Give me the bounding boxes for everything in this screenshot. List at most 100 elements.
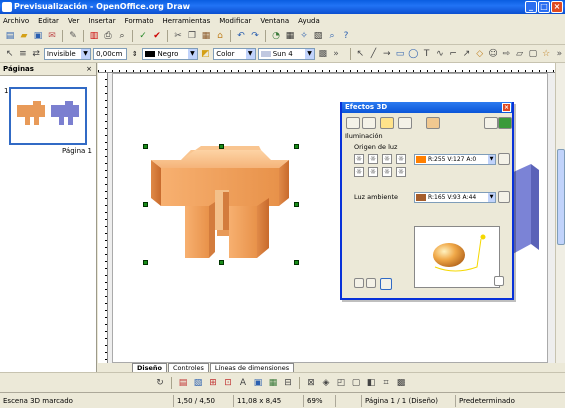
text-tool-icon[interactable]: T [421,48,432,60]
zoom-icon[interactable]: ⌕ [326,30,338,42]
shading-button[interactable] [362,117,376,129]
crop-icon[interactable]: ⌗ [380,377,392,389]
status-zoom[interactable]: 69% [304,394,336,407]
email-icon[interactable]: ✉ [46,30,58,42]
page-thumbnail[interactable] [9,87,87,145]
points-icon[interactable]: ⊞ [207,377,219,389]
toolbar-options-icon[interactable]: » [330,48,341,60]
menu-editar[interactable]: Editar [38,17,59,25]
basic-shapes-icon[interactable]: ◇ [474,48,485,60]
3d-scene-object[interactable] [141,140,301,270]
light-bulb-7-icon[interactable]: ☼ [382,167,392,177]
cut-icon[interactable]: ✂ [172,30,184,42]
spin-icon[interactable]: ⇕ [129,48,140,60]
light-bulb-2-icon[interactable]: ☼ [368,154,378,164]
menu-archivo[interactable]: Archivo [3,17,29,25]
scrollbar-thumb[interactable] [557,149,565,245]
flowchart-icon[interactable]: ▱ [514,48,525,60]
lines-arrows-icon[interactable]: ↗ [461,48,472,60]
tab-lineas-dimensiones[interactable]: Líneas de dimensiones [209,363,295,372]
line-tool-icon[interactable]: ╱ [368,48,379,60]
close-button[interactable]: × [551,1,563,13]
close-icon[interactable]: × [502,103,511,112]
ellipse-tool-icon[interactable]: ◯ [408,48,419,60]
menu-insertar[interactable]: Insertar [88,17,115,25]
convert-3d-button[interactable] [354,278,364,288]
ambient-color-select[interactable]: R:165 V:93 A:44 ▼ [414,192,496,203]
light-bulb-8-icon[interactable]: ☼ [396,167,406,177]
autospell-icon[interactable]: ✔ [151,30,163,42]
select-arrow-icon[interactable]: ↖ [4,48,15,60]
arrange-icon[interactable]: ▧ [192,377,204,389]
close-icon[interactable]: × [86,63,92,76]
selection-handle[interactable] [143,202,148,207]
gallery-icon[interactable]: ▦ [267,377,279,389]
illumination-button[interactable] [380,117,394,129]
print-icon[interactable]: ⎙ [102,30,114,42]
stars-icon[interactable]: ☆ [541,48,552,60]
maximize-button[interactable]: □ [538,1,550,13]
light-bulb-3-icon[interactable]: ☼ [382,154,392,164]
arrow-line-tool-icon[interactable]: → [381,48,392,60]
menu-ventana[interactable]: Ventana [260,17,289,25]
vertical-ruler[interactable] [98,73,108,363]
line-properties-icon[interactable]: ≡ [17,48,28,60]
light-bulb-6-icon[interactable]: ☼ [368,167,378,177]
gallery-icon[interactable]: ▧ [312,30,324,42]
light-color-select[interactable]: R:255 V:127 A:0 ▼ [414,154,496,165]
line-width-field[interactable]: 0,00cm [93,47,128,60]
symbol-shapes-icon[interactable]: ☺ [487,48,498,60]
copy-icon[interactable]: ❐ [186,30,198,42]
3d-objects-icon[interactable]: ◈ [320,377,332,389]
table-icon[interactable]: ▦ [284,30,296,42]
filter-icon[interactable]: ▩ [395,377,407,389]
chart-icon[interactable]: ◔ [270,30,282,42]
fontwork-icon[interactable]: A [237,377,249,389]
format-paintbrush-icon[interactable]: ⌂ [214,30,226,42]
fill-value-select[interactable]: Sun 4 ▼ [257,47,316,60]
update-button[interactable] [380,278,392,290]
open-folder-icon[interactable]: ▰ [18,30,30,42]
redo-icon[interactable]: ↷ [249,30,261,42]
print-preview-icon[interactable]: ⌕ [116,30,128,42]
callouts-icon[interactable]: ▢ [527,48,538,60]
new-document-icon[interactable]: ▤ [4,30,16,42]
export-pdf-icon[interactable]: ▥ [88,30,100,42]
minimize-button[interactable]: _ [525,1,537,13]
material-button[interactable] [426,117,440,129]
selection-handle[interactable] [294,260,299,265]
selection-handle[interactable] [143,260,148,265]
from-file-icon[interactable]: ▣ [252,377,264,389]
menu-modificar[interactable]: Modificar [219,17,251,25]
selection-handle[interactable] [219,144,224,149]
help-icon[interactable]: ? [340,30,352,42]
align-icon[interactable]: ▤ [177,377,189,389]
color-picker-button[interactable] [498,191,510,203]
line-color-select[interactable]: Negro ▼ [142,47,198,60]
save-icon[interactable]: ▣ [32,30,44,42]
area-fill-icon[interactable]: ◩ [200,48,211,60]
shadow-icon[interactable]: ▩ [317,48,328,60]
assign-button[interactable] [498,117,512,129]
perspective-button[interactable] [366,278,376,288]
block-arrows-icon[interactable]: ⇨ [501,48,512,60]
line-style-select[interactable]: Invisible ▼ [43,47,92,60]
effects-icon[interactable]: ◰ [335,377,347,389]
selection-handle[interactable] [143,144,148,149]
selection-handle[interactable] [294,144,299,149]
shadow-icon[interactable]: ◧ [365,377,377,389]
vertical-scrollbar[interactable] [555,63,565,363]
menu-ayuda[interactable]: Ayuda [298,17,320,25]
preview-mode-button[interactable] [494,276,504,286]
selection-handle[interactable] [219,260,224,265]
arrow-style-icon[interactable]: ⇄ [31,48,42,60]
fill-type-select[interactable]: Color ▼ [213,47,256,60]
light-bulb-5-icon[interactable]: ☼ [354,167,364,177]
connector-tool-icon[interactable]: ⌐ [448,48,459,60]
textures-button[interactable] [398,117,412,129]
tab-diseno[interactable]: Diseño [132,363,167,372]
rotate-icon[interactable]: ↻ [154,377,166,389]
glue-points-icon[interactable]: ⊡ [222,377,234,389]
tab-controles[interactable]: Controles [168,363,209,372]
spellcheck-icon[interactable]: ✓ [137,30,149,42]
